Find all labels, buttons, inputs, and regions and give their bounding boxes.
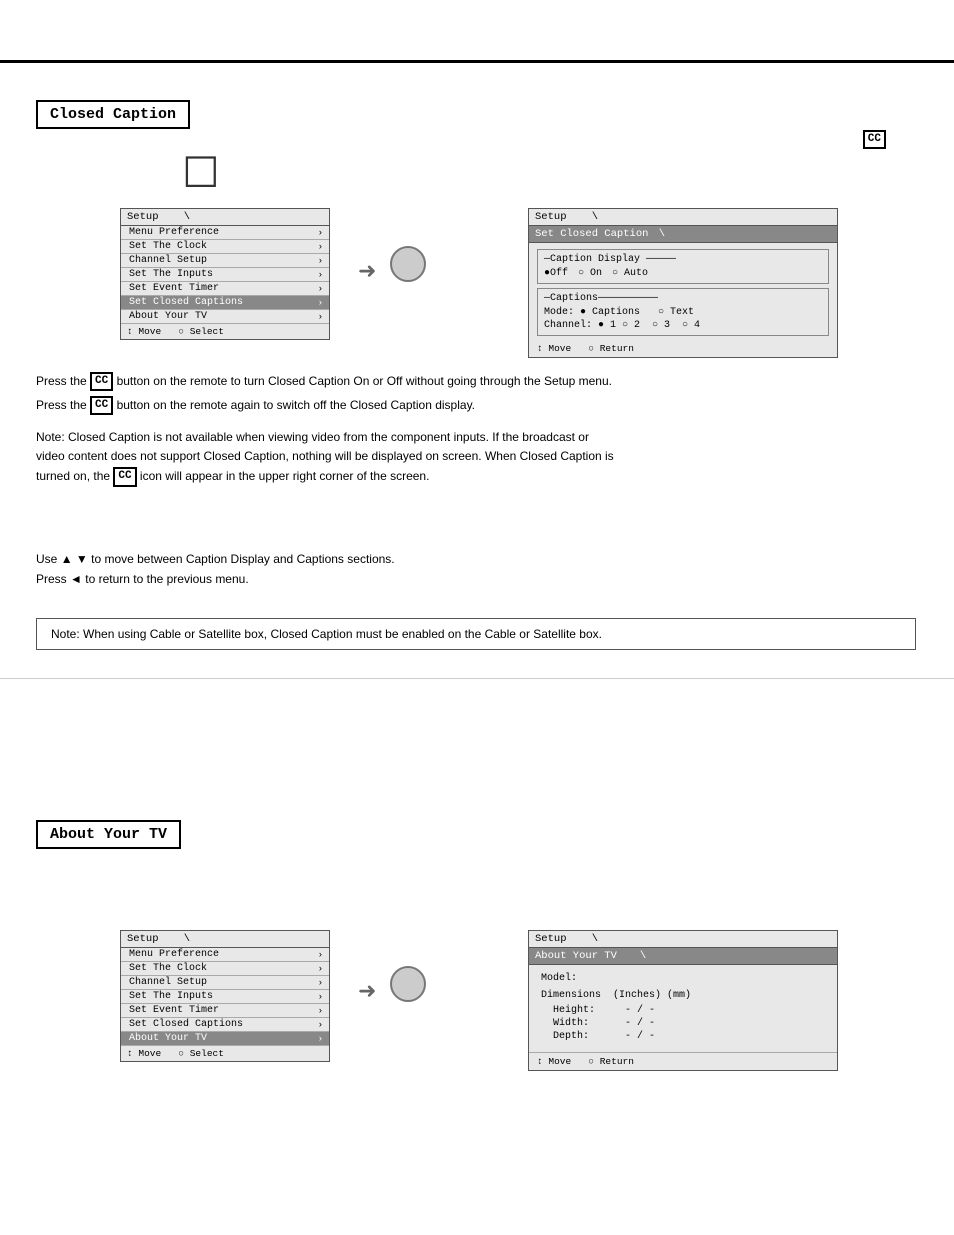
left-menu-about: Setup \ Menu Preference› Set The Clock› … <box>120 930 330 1062</box>
left-menu-cc-footer: ↕ Move ○ Select <box>121 324 329 339</box>
menu-item-channel-setup[interactable]: Channel Setup› <box>121 254 329 268</box>
cc-badge-inline-3: CC <box>113 467 136 486</box>
caption-display-title: —Caption Display ————— <box>544 254 822 265</box>
left-menu-cc: Setup \ Menu Preference› Set The Clock› … <box>120 208 330 340</box>
circle-about <box>390 966 426 1002</box>
depth-row: Depth: - / - <box>541 1031 825 1042</box>
right-detail-cc-setup-title: Setup \ <box>529 209 837 226</box>
right-detail-cc: Setup \ Set Closed Caption \ —Caption Di… <box>528 208 838 358</box>
cc-badge-inline-2: CC <box>90 396 113 415</box>
right-detail-cc-title: Set Closed Caption \ <box>529 226 837 243</box>
menu-item-set-inputs[interactable]: Set The Inputs› <box>121 268 329 282</box>
about-menu-item-closed-captions[interactable]: Set Closed Captions› <box>121 1018 329 1032</box>
captions-channel-row: Channel: ● 1 ○ 2 ○ 3 ○ 4 <box>544 320 822 331</box>
speech-bubble-icon: ☐ <box>182 148 220 197</box>
note-box-text: Note: When using Cable or Satellite box,… <box>51 627 602 641</box>
caption-display-section: —Caption Display ————— ●Off ○ On ○ Auto <box>537 249 829 284</box>
menu-item-menu-pref[interactable]: Menu Preference› <box>121 226 329 240</box>
circle-cc <box>390 246 426 282</box>
width-row: Width: - / - <box>541 1018 825 1029</box>
body-text-cc-1: Press the CC button on the remote to tur… <box>36 372 916 487</box>
arrow-right-about: ➜ <box>358 978 376 1004</box>
right-detail-about-footer: ↕ Move ○ Return <box>529 1052 837 1070</box>
note-box: Note: When using Cable or Satellite box,… <box>36 618 916 650</box>
about-menu-item-about-tv[interactable]: About Your TV› <box>121 1032 329 1046</box>
nav-text-cc: Use ▲ ▼ to move between Caption Display … <box>36 550 916 590</box>
right-detail-about-title: About Your TV \ <box>529 948 837 965</box>
about-content: Model: Dimensions (Inches) (mm) Height: … <box>529 965 837 1052</box>
height-row: Height: - / - <box>541 1005 825 1016</box>
about-menu-item-set-inputs[interactable]: Set The Inputs› <box>121 990 329 1004</box>
about-menu-item-event-timer[interactable]: Set Event Timer› <box>121 1004 329 1018</box>
right-detail-cc-footer: ↕ Move ○ Return <box>529 340 837 357</box>
right-detail-about-setup-title: Setup \ <box>529 931 837 948</box>
dimensions-label: Dimensions (Inches) (mm) <box>541 990 825 1001</box>
menu-item-set-clock[interactable]: Set The Clock› <box>121 240 329 254</box>
menu-item-about-tv[interactable]: About Your TV› <box>121 310 329 324</box>
captions-section: —Captions—————————— Mode: ● Captions ○ T… <box>537 288 829 336</box>
menu-item-closed-captions[interactable]: Set Closed Captions› <box>121 296 329 310</box>
menu-item-event-timer[interactable]: Set Event Timer› <box>121 282 329 296</box>
left-menu-about-footer: ↕ Move ○ Select <box>121 1046 329 1061</box>
cc-badge-inline-1: CC <box>90 372 113 391</box>
about-menu-item-menu-pref[interactable]: Menu Preference› <box>121 948 329 962</box>
left-menu-about-title: Setup \ <box>121 931 329 948</box>
captions-mode-row: Mode: ● Captions ○ Text <box>544 307 822 318</box>
model-row: Model: <box>541 973 825 984</box>
cc-badge-top: CC <box>863 130 886 149</box>
left-menu-cc-title: Setup \ <box>121 209 329 226</box>
about-menu-item-set-clock[interactable]: Set The Clock› <box>121 962 329 976</box>
about-menu-item-channel-setup[interactable]: Channel Setup› <box>121 976 329 990</box>
section-divider <box>0 678 954 679</box>
right-detail-about: Setup \ About Your TV \ Model: Dimension… <box>528 930 838 1071</box>
captions-title: —Captions—————————— <box>544 293 822 304</box>
about-your-tv-header: About Your TV <box>36 820 181 849</box>
caption-display-options: ●Off ○ On ○ Auto <box>544 268 822 279</box>
top-rule <box>0 60 954 63</box>
arrow-right-cc: ➜ <box>358 258 376 284</box>
closed-caption-header: Closed Caption <box>36 100 190 129</box>
